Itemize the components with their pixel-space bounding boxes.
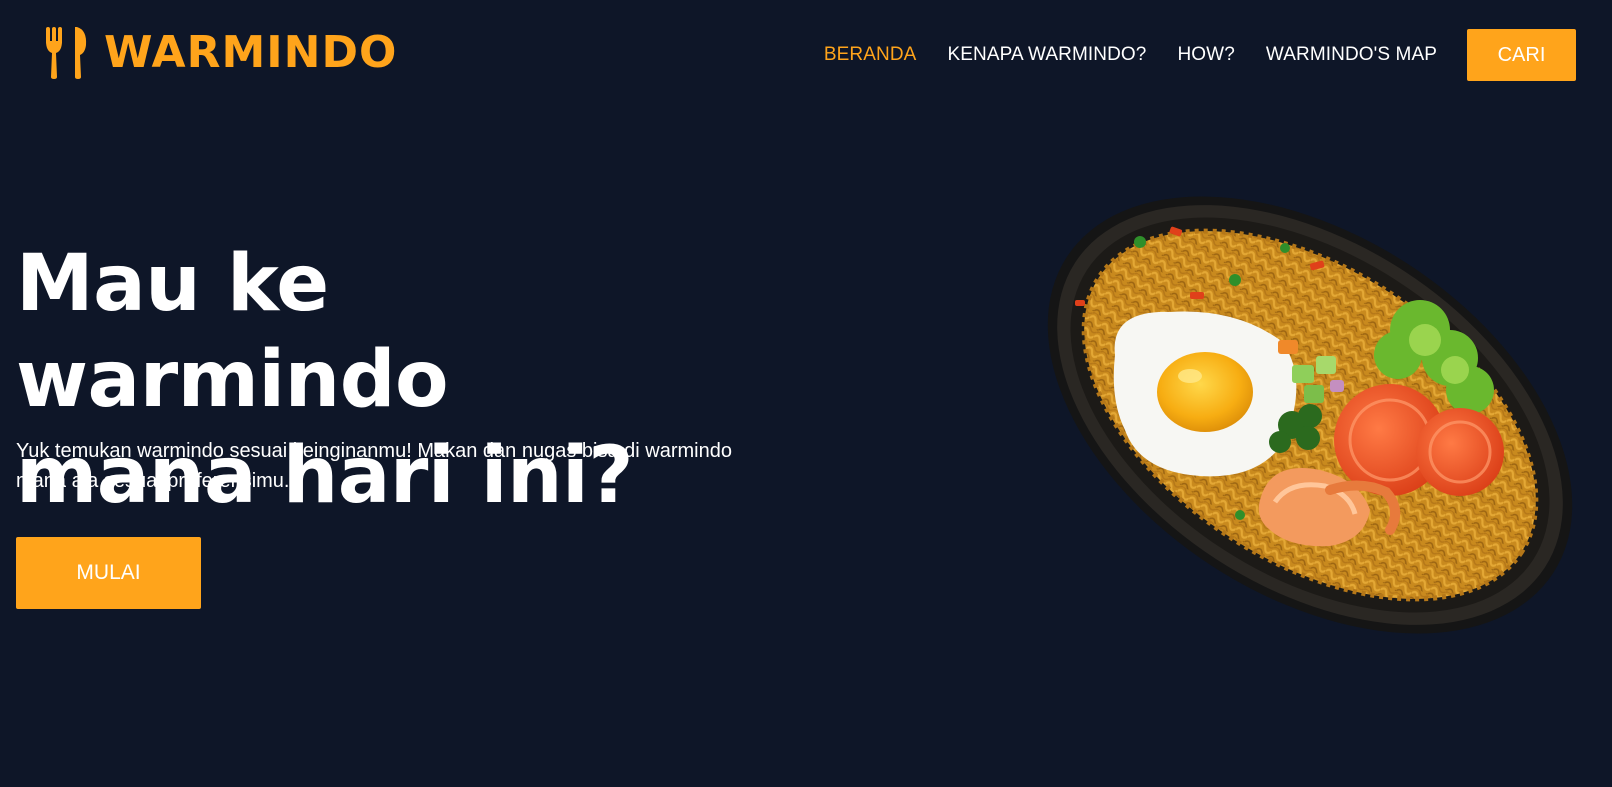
cari-button[interactable]: CARI [1467,29,1576,81]
logo-text: WARMINDO [104,27,398,78]
nav-item-kenapa-warmindo[interactable]: KENAPA WARMINDO? [947,44,1146,66]
fork-spoon-icon [44,27,90,79]
nav-item-warmindos-map[interactable]: WARMINDO'S MAP [1266,44,1437,66]
mulai-button[interactable]: MULAI [16,537,201,609]
page: WARMINDO BERANDA KENAPA WARMINDO? HOW? W… [0,0,1612,787]
hero-title-line-1: Mau ke warmindo [16,239,449,425]
hero-subtitle: Yuk temukan warmindo sesuai keinginanmu!… [16,436,756,496]
hero-subtitle-line-2: mana aja sesuai preferensimu. [16,470,290,492]
hero-subtitle-line-1: Yuk temukan warmindo sesuai keinginanmu!… [16,440,732,462]
logo[interactable]: WARMINDO [44,26,397,80]
nav-item-beranda[interactable]: BERANDA [824,44,917,66]
nav-item-how[interactable]: HOW? [1177,44,1234,66]
fried-noodle-plate-image [1030,180,1590,650]
main-nav: BERANDA KENAPA WARMINDO? HOW? WARMINDO'S… [824,29,1576,81]
